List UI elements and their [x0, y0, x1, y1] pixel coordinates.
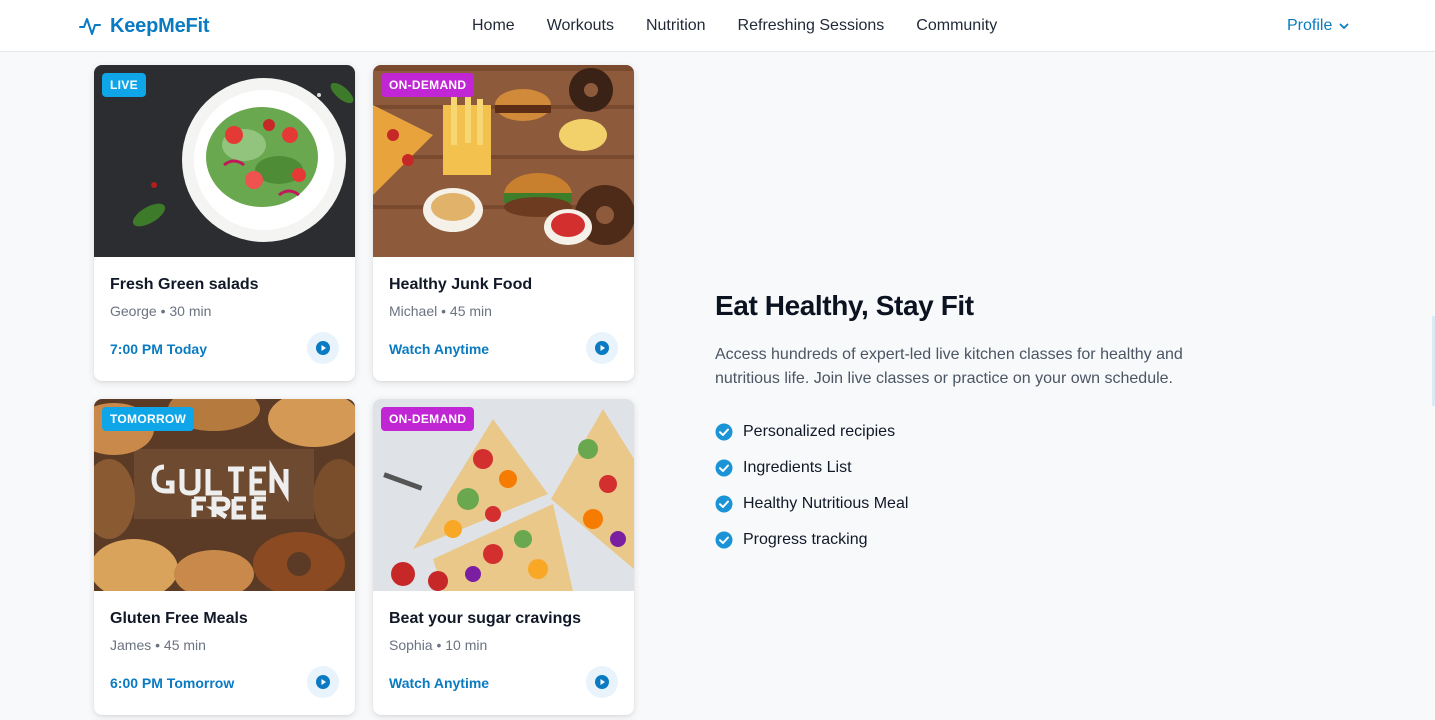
nav-item-home[interactable]: Home	[472, 16, 515, 36]
nav-item-community[interactable]: Community	[916, 16, 997, 36]
profile-label: Profile	[1287, 17, 1333, 34]
tomorrow-badge: TOMORROW	[102, 407, 195, 431]
card-schedule: 6:00 PM Tomorrow	[110, 675, 235, 691]
feature-item: Ingredients List	[715, 450, 908, 486]
feature-label: Progress tracking	[743, 531, 868, 548]
card-title: Healthy Junk Food	[389, 276, 533, 293]
card-schedule: Watch Anytime	[389, 675, 490, 691]
feature-label: Healthy Nutritious Meal	[743, 495, 909, 512]
main-nav: Home Workouts Nutrition Refreshing Sessi…	[472, 16, 1029, 36]
check-circle-icon	[715, 423, 733, 441]
nav-item-nutrition[interactable]: Nutrition	[646, 16, 706, 36]
feature-label: Personalized recipies	[743, 423, 896, 440]
hero-title: Eat Healthy, Stay Fit	[715, 290, 974, 321]
on-demand-badge: ON-DEMAND	[381, 407, 475, 431]
feature-list: Personalized recipies Ingredients List H…	[715, 414, 908, 558]
play-icon	[595, 675, 609, 689]
pulse-icon	[79, 18, 101, 35]
chevron-down-icon	[1339, 23, 1349, 29]
play-icon	[316, 675, 330, 689]
profile-menu-button[interactable]: Profile	[1287, 16, 1350, 36]
play-button[interactable]	[586, 666, 618, 698]
salad-bowl-photo: LIVE	[94, 65, 355, 257]
live-badge: LIVE	[102, 73, 146, 97]
check-circle-icon	[715, 531, 733, 549]
card-schedule: 7:00 PM Today	[110, 341, 207, 357]
card-title: Fresh Green salads	[110, 276, 259, 293]
class-card-beat-your-sugar-cravings[interactable]: ON-DEMAND Beat your sugar cravings Sophi…	[373, 399, 634, 715]
junk-food-spread-photo: ON-DEMAND	[373, 65, 634, 257]
nav-item-workouts[interactable]: Workouts	[547, 16, 614, 36]
class-card-healthy-junk-food[interactable]: ON-DEMAND Healthy Junk Food Michael • 45…	[373, 65, 634, 381]
on-demand-badge: ON-DEMAND	[381, 73, 475, 97]
play-button[interactable]	[307, 332, 339, 364]
check-circle-icon	[715, 495, 733, 513]
class-card-gluten-free-meals[interactable]: TOMORROW Gluten Free Meals James • 45 mi…	[94, 399, 355, 715]
play-icon	[595, 341, 609, 355]
feature-item: Healthy Nutritious Meal	[715, 486, 908, 522]
card-meta: George • 30 min	[110, 303, 212, 319]
brand-logo-link[interactable]: KeepMeFit	[78, 14, 210, 38]
card-meta: James • 45 min	[110, 637, 206, 653]
card-meta: Sophia • 10 min	[389, 637, 488, 653]
top-navbar: KeepMeFit Home Workouts Nutrition Refres…	[0, 0, 1435, 52]
play-button[interactable]	[586, 332, 618, 364]
fruit-tart-photo: ON-DEMAND	[373, 399, 634, 591]
check-circle-icon	[715, 459, 733, 477]
brand-name: KeepMeFit	[110, 14, 210, 37]
feature-item: Progress tracking	[715, 522, 908, 558]
play-icon	[316, 341, 330, 355]
feature-item: Personalized recipies	[715, 414, 908, 450]
card-schedule: Watch Anytime	[389, 341, 490, 357]
nav-item-refreshing-sessions[interactable]: Refreshing Sessions	[738, 16, 885, 36]
card-title: Beat your sugar cravings	[389, 610, 582, 627]
card-meta: Michael • 45 min	[389, 303, 492, 319]
play-button[interactable]	[307, 666, 339, 698]
feature-label: Ingredients List	[743, 459, 852, 476]
hero-description: Access hundreds of expert-led live kitch…	[715, 346, 1183, 387]
card-title: Gluten Free Meals	[110, 610, 248, 627]
gluten-free-bread-photo: TOMORROW	[94, 399, 355, 591]
class-card-fresh-green-salads[interactable]: LIVE Fresh Green salads George • 30 min …	[94, 65, 355, 381]
